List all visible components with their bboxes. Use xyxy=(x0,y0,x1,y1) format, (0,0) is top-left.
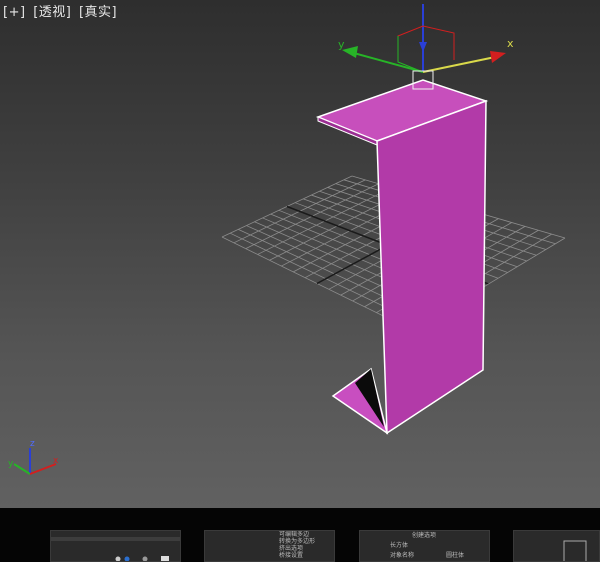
object-bottom-flange[interactable] xyxy=(331,367,389,435)
thumbnail-2-text-4: 桥接设置 xyxy=(279,552,304,559)
gizmo-x-label: x xyxy=(507,37,514,50)
thumbnail-2[interactable]: 可编辑多边 转换为多边形 挤出选项 桥接设置 xyxy=(204,530,335,562)
thumbnail-4[interactable] xyxy=(513,530,600,562)
gizmo-z-cone[interactable] xyxy=(419,42,427,52)
thumbnail-1[interactable] xyxy=(50,530,181,562)
gizmo-y-axis[interactable] xyxy=(349,51,424,73)
scene-canvas[interactable]: y x z y x xyxy=(0,0,600,508)
axis-tripod: z y x xyxy=(8,439,59,475)
thumbnail-3-text-2: 长方体 xyxy=(390,542,409,549)
perspective-viewport[interactable]: [+] [透视] [真实] y x z y x xyxy=(0,0,600,508)
tripod-y-axis xyxy=(13,463,31,475)
thumbnail-3-text-4: 圆柱体 xyxy=(446,552,465,559)
thumbnail-strip: 可编辑多边 转换为多边形 挤出选项 桥接设置 创建选项 长方体 对象名称 圆柱体 xyxy=(0,508,600,562)
gizmo-y-label: y xyxy=(338,38,345,51)
selected-object[interactable] xyxy=(315,79,489,435)
thumbnail-3[interactable]: 创建选项 长方体 对象名称 圆柱体 xyxy=(359,530,490,562)
thumbnail-1-preview xyxy=(51,537,180,561)
thumbnail-3-text-3: 对象名称 xyxy=(390,552,415,559)
gizmo-x-cone[interactable] xyxy=(490,51,506,63)
tripod-y-label: y xyxy=(8,459,14,469)
tripod-x-label: x xyxy=(53,456,59,466)
gizmo-x-axis[interactable] xyxy=(422,55,501,73)
transform-gizmo[interactable]: y x xyxy=(338,4,514,90)
object-web-face[interactable] xyxy=(376,99,487,435)
thumbnail-4-preview xyxy=(563,540,587,561)
tripod-z-label: z xyxy=(30,439,35,449)
thumbnail-3-text-1: 创建选项 xyxy=(412,532,437,539)
